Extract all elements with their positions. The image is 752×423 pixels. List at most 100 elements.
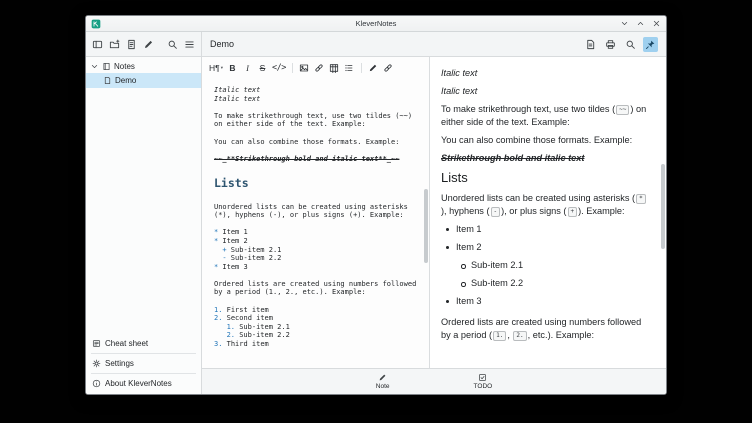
sidebar-item-label: About KleverNotes bbox=[105, 379, 172, 388]
italic-button[interactable]: I bbox=[242, 62, 253, 75]
preview-scrollbar-thumb[interactable] bbox=[661, 164, 665, 249]
highlight-button[interactable] bbox=[368, 62, 379, 75]
tab-todo[interactable]: TODO bbox=[462, 372, 505, 391]
preview-sublist: Sub-item 2.1Sub-item 2.2 bbox=[456, 259, 650, 290]
print-icon[interactable] bbox=[603, 37, 618, 52]
toolbar-separator bbox=[292, 63, 293, 73]
preview-paragraph: Ordered lists are created using numbers … bbox=[441, 316, 650, 342]
bulleted-list-button[interactable] bbox=[344, 62, 355, 75]
pin-icon[interactable] bbox=[643, 37, 658, 52]
preview-paragraph: To make strikethrough text, use two tild… bbox=[441, 103, 650, 129]
code-button[interactable]: </> bbox=[272, 62, 286, 75]
editor-line-text: Sub-item 2.2 bbox=[239, 331, 290, 339]
link-button[interactable] bbox=[314, 62, 325, 75]
note-title: Demo bbox=[210, 39, 234, 49]
kbd-chip: + bbox=[568, 207, 578, 217]
editor-line-text: Sub-item 2.1 bbox=[231, 246, 282, 254]
todo-icon bbox=[478, 373, 487, 382]
preview-text: ), or plus signs ( bbox=[501, 206, 566, 216]
heading-button[interactable]: H¶▾ bbox=[209, 62, 223, 75]
image-button[interactable] bbox=[299, 62, 310, 75]
kbd-chip: ~~ bbox=[616, 105, 629, 115]
linked-note-button[interactable] bbox=[383, 62, 394, 75]
editor-scrollbar[interactable] bbox=[424, 81, 428, 365]
close-button[interactable] bbox=[652, 19, 661, 28]
kbd-chip: 2. bbox=[513, 331, 526, 341]
kbd-chip: * bbox=[636, 194, 646, 204]
sidebar-divider bbox=[91, 353, 196, 354]
preview-scrollbar[interactable] bbox=[661, 61, 665, 365]
note-label: Demo bbox=[115, 76, 136, 85]
preview-list: Item 1Item 2Sub-item 2.1Sub-item 2.2Item… bbox=[441, 223, 650, 308]
editor-scrollbar-thumb[interactable] bbox=[424, 189, 428, 263]
list-marker: 1. bbox=[214, 306, 222, 314]
preview-paragraph: Strikethrough bold and italic text bbox=[441, 152, 650, 165]
editor-line: on either side of the text. Example: bbox=[214, 120, 417, 129]
editor-line bbox=[214, 146, 417, 155]
editor-line bbox=[214, 297, 417, 306]
editor-line bbox=[214, 194, 417, 203]
sidebar-cheat-sheet[interactable]: Cheat sheet bbox=[86, 335, 201, 352]
rendered-preview: Italic text Italic text To make strikethro… bbox=[441, 67, 650, 342]
editor-line: 3. Third item bbox=[214, 340, 417, 349]
editor-line: To make strikethrough text, use two tild… bbox=[214, 112, 417, 121]
preview-paragraph: Italic text bbox=[441, 67, 650, 80]
expander-chevron-icon[interactable] bbox=[90, 62, 99, 71]
list-marker: - bbox=[222, 254, 226, 262]
list-marker: 2. bbox=[227, 331, 235, 339]
preview-text: , bbox=[507, 330, 512, 340]
editor-line: 2. Sub-item 2.2 bbox=[214, 331, 417, 340]
cheatsheet-icon bbox=[92, 339, 101, 348]
image-icon bbox=[299, 63, 309, 73]
list-marker: 2. bbox=[214, 314, 222, 322]
new-note-icon[interactable] bbox=[126, 39, 137, 50]
list-marker: * bbox=[214, 228, 218, 236]
list-item: Item 1 bbox=[456, 223, 650, 236]
zoom-icon[interactable] bbox=[623, 37, 638, 52]
bottom-bar: Note TODO bbox=[202, 368, 666, 394]
bold-button[interactable]: B bbox=[227, 62, 238, 75]
markdown-editor[interactable]: Italic textItalic text To make strikethr… bbox=[202, 79, 429, 368]
table-button[interactable] bbox=[329, 62, 340, 75]
editor-preview-split: H¶▾BIS</> Italic textItalic text To make… bbox=[202, 57, 666, 368]
editor-line: * Item 1 bbox=[214, 228, 417, 237]
new-folder-icon[interactable] bbox=[109, 39, 120, 50]
sidebar: Notes Demo Cheat sheet Settings About Klev… bbox=[86, 57, 202, 394]
tab-label: TODO bbox=[474, 383, 493, 390]
note-icon bbox=[103, 76, 112, 85]
rename-icon[interactable] bbox=[143, 39, 154, 50]
tab-label: Note bbox=[376, 383, 390, 390]
sidebar-note-demo[interactable]: Demo bbox=[86, 73, 201, 88]
export-icon[interactable] bbox=[583, 37, 598, 52]
kbd-chip: - bbox=[491, 207, 501, 217]
editor-line bbox=[214, 163, 417, 172]
editor-line-text: Third item bbox=[227, 340, 269, 348]
tab-note[interactable]: Note bbox=[364, 372, 402, 391]
editor-line-text: Item 1 bbox=[222, 228, 247, 236]
editor-line-text: Second item bbox=[227, 314, 273, 322]
window-title: KleverNotes bbox=[86, 19, 666, 28]
info-icon bbox=[92, 379, 101, 388]
sidebar-divider bbox=[91, 373, 196, 374]
table-icon bbox=[329, 63, 339, 73]
notes-tree: Notes Demo bbox=[86, 60, 201, 88]
preview-paragraph: Italic text bbox=[441, 85, 650, 98]
editor-line: by a period (1., 2., etc.). Example: bbox=[214, 288, 417, 297]
editor-line: Ordered lists are created using numbers … bbox=[214, 280, 417, 289]
editor-line bbox=[214, 271, 417, 280]
pencil-icon bbox=[368, 63, 378, 73]
note-header: Demo bbox=[202, 32, 666, 56]
strikethrough-button[interactable]: S bbox=[257, 62, 268, 75]
preview-pane[interactable]: Italic text Italic text To make strikethro… bbox=[430, 57, 666, 368]
maximize-button[interactable] bbox=[636, 19, 645, 28]
notes-root-item[interactable]: Notes bbox=[86, 60, 201, 73]
list-marker: 3. bbox=[214, 340, 222, 348]
search-icon[interactable] bbox=[167, 39, 178, 50]
minimize-button[interactable] bbox=[620, 19, 629, 28]
gear-icon bbox=[92, 359, 101, 368]
toggle-sidebar-icon[interactable] bbox=[92, 39, 103, 50]
sidebar-about-klevernotes[interactable]: About KleverNotes bbox=[86, 375, 201, 392]
titlebar[interactable]: KleverNotes bbox=[86, 16, 666, 32]
sidebar-settings[interactable]: Settings bbox=[86, 355, 201, 372]
menu-icon[interactable] bbox=[184, 39, 195, 50]
